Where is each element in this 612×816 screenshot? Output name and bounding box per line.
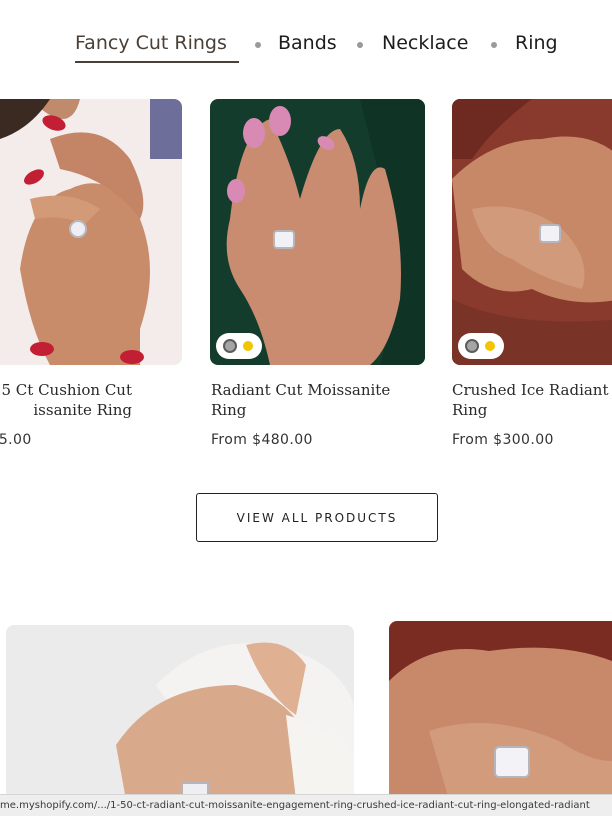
tab-separator-dot [491, 42, 497, 48]
hand-with-ring-photo [6, 625, 354, 800]
product-price: From $300.00 [452, 432, 554, 448]
swatch-gold[interactable] [485, 341, 495, 351]
product-title-line: 5 Ct Cushion Cut [1, 381, 132, 399]
hand-with-ring-photo [452, 99, 612, 365]
product-title[interactable]: Radiant Cut Moissanite Ring [211, 380, 441, 420]
swatch-gold[interactable] [243, 341, 253, 351]
tab-ring[interactable]: Ring [515, 32, 558, 54]
product-title[interactable]: Crushed Ice Radiant C Ring [452, 380, 612, 420]
product-title-line: Radiant Cut Moissanite [211, 381, 391, 399]
hand-with-ring-photo [210, 99, 425, 365]
swatch-silver[interactable] [223, 339, 237, 353]
swatch-silver[interactable] [465, 339, 479, 353]
product-image-lower-left[interactable] [6, 625, 354, 800]
product-image-cushion-cut-ring[interactable] [0, 99, 182, 365]
tab-bands[interactable]: Bands [278, 32, 337, 54]
product-image-crushed-ice-radiant-ring[interactable] [452, 99, 612, 365]
product-title[interactable]: 5 Ct Cushion Cut issanite Ring [0, 380, 132, 420]
tab-separator-dot [255, 42, 261, 48]
view-all-products-button[interactable]: VIEW ALL PRODUCTS [196, 493, 438, 542]
browser-status-bar-url: me.myshopify.com/.../1-50-ct-radiant-cut… [0, 794, 612, 816]
product-title-line: Crushed Ice Radiant C [452, 381, 612, 399]
product-image-radiant-cut-ring[interactable] [210, 99, 425, 365]
product-title-line: issanite Ring [33, 401, 132, 419]
tab-necklace[interactable]: Necklace [382, 32, 468, 54]
product-title-line: Ring [211, 401, 247, 419]
active-tab-underline [75, 61, 239, 63]
hand-with-ring-photo [0, 99, 182, 365]
hand-with-ring-photo [389, 621, 612, 800]
category-tabs: Fancy Cut Rings Bands Necklace Ring [0, 32, 612, 64]
tab-separator-dot [357, 42, 363, 48]
tab-fancy-cut-rings[interactable]: Fancy Cut Rings [75, 32, 227, 54]
color-swatches [458, 333, 504, 359]
product-image-lower-right[interactable] [389, 621, 612, 800]
product-price: From $480.00 [211, 432, 313, 448]
color-swatches [216, 333, 262, 359]
product-price: .5.00 [0, 432, 32, 448]
product-title-line: Ring [452, 401, 488, 419]
